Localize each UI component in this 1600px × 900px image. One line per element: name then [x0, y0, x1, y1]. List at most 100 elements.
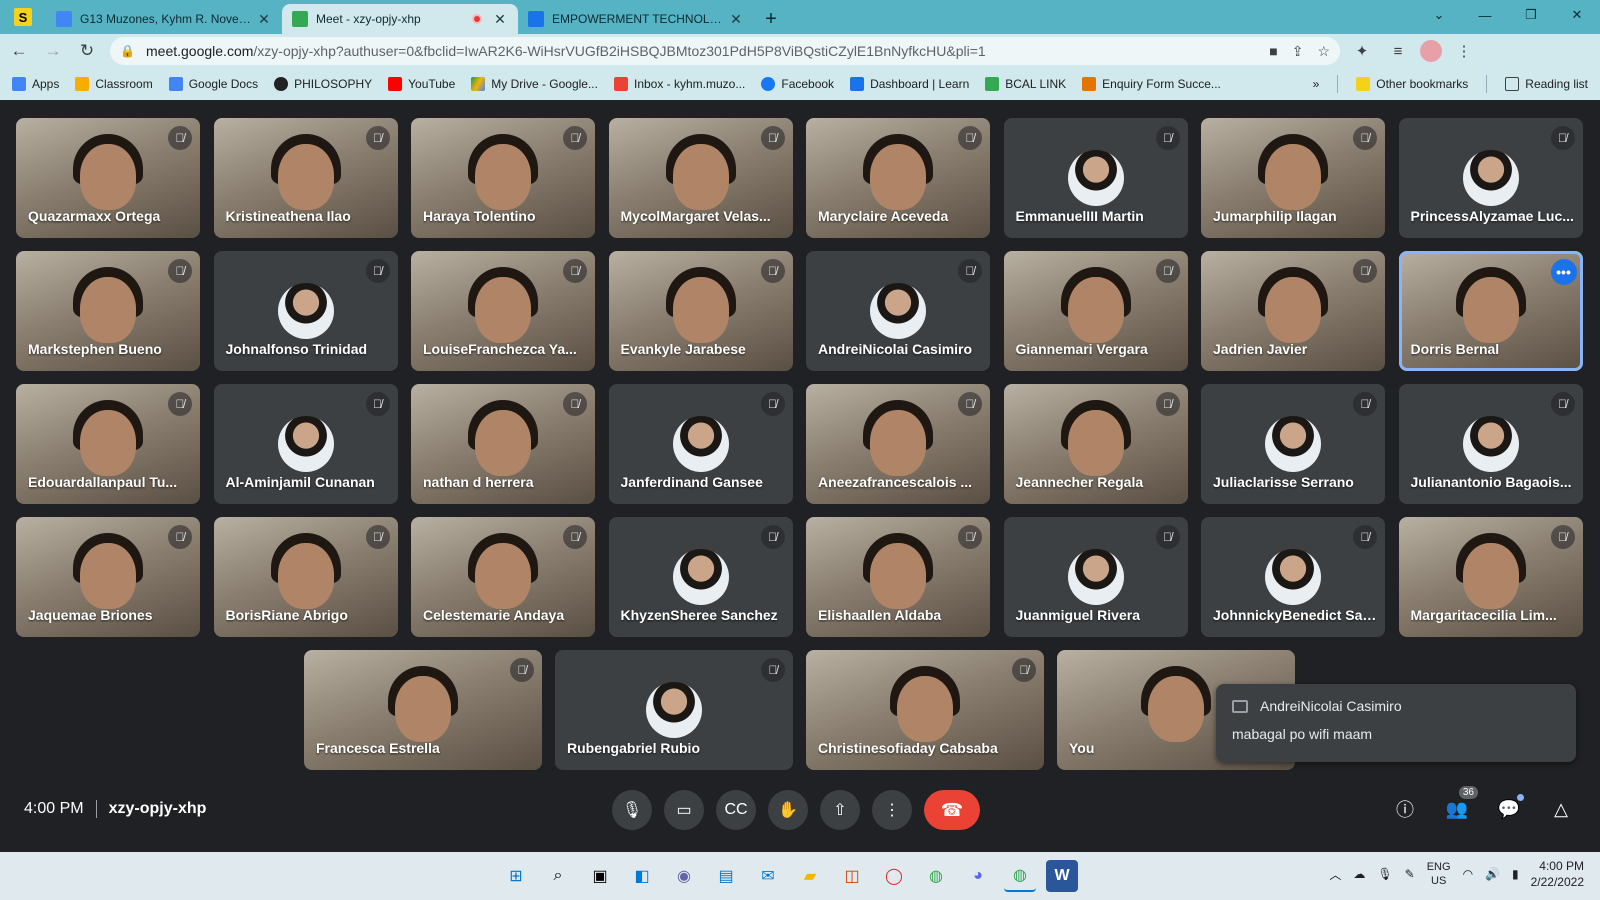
- activities-icon[interactable]: △: [1546, 794, 1576, 824]
- reload-icon[interactable]: ↻: [72, 36, 102, 66]
- teams-chat-icon[interactable]: ◉: [668, 860, 700, 892]
- word-icon[interactable]: W: [1046, 860, 1078, 892]
- microphone-button[interactable]: 🎙: [612, 790, 652, 830]
- participant-tile[interactable]: 🎙̸ Giannemari Vergara: [1003, 251, 1188, 371]
- discord-icon[interactable]: ◕: [962, 860, 994, 892]
- opera-icon[interactable]: ◯: [878, 860, 910, 892]
- bookmark-philosophy[interactable]: PHILOSOPHY: [274, 77, 372, 91]
- clock[interactable]: 4:00 PM 2/22/2022: [1531, 858, 1584, 890]
- participant-tile[interactable]: 🎙̸ Johnalfonso Trinidad: [213, 251, 398, 371]
- participant-tile[interactable]: 🎙̸ Jaquemae Briones: [16, 517, 200, 637]
- participant-tile[interactable]: 🎙̸ JohnnickyBenedict Sal...: [1201, 517, 1385, 637]
- participant-tile[interactable]: 🎙̸ BorisRiane Abrigo: [213, 517, 398, 637]
- widgets-icon[interactable]: ◧: [626, 860, 658, 892]
- tab-classroom[interactable]: EMPOWERMENT TECHNOLOGY ✕: [518, 4, 754, 34]
- restore-icon[interactable]: ❐: [1508, 0, 1554, 30]
- chrome-icon[interactable]: ◍: [920, 860, 952, 892]
- participant-tile[interactable]: 🎙̸ Haraya Tolentino: [411, 118, 595, 238]
- new-tab-button[interactable]: +: [754, 4, 788, 34]
- start-icon[interactable]: ⊞: [500, 860, 532, 892]
- forward-icon[interactable]: →: [38, 36, 68, 66]
- participant-tile[interactable]: 🎙̸ Jadrien Javier: [1201, 251, 1385, 371]
- participant-tile[interactable]: 🎙̸ Juanmiguel Rivera: [1003, 517, 1188, 637]
- profile-avatar[interactable]: [1420, 40, 1442, 62]
- participant-tile[interactable]: 🎙̸ Quazarmaxx Ortega: [16, 118, 200, 238]
- task-view-icon[interactable]: ▣: [584, 860, 616, 892]
- media-icon[interactable]: ≡: [1384, 37, 1412, 65]
- raise-hand-button[interactable]: ✋: [768, 790, 808, 830]
- participant-tile[interactable]: 🎙̸ Maryclaire Aceveda: [806, 118, 990, 238]
- more-options-button[interactable]: ⋮: [872, 790, 912, 830]
- participant-tile[interactable]: 🎙̸ KhyzenSheree Sanchez: [608, 517, 793, 637]
- tray-overflow-icon[interactable]: ︿: [1329, 866, 1341, 883]
- tab-meet[interactable]: Meet - xzy-opjy-xhp ✕: [282, 4, 518, 34]
- participant-tile[interactable]: 🎙̸ Francesca Estrella: [304, 650, 542, 770]
- pen-icon[interactable]: ✎: [1405, 867, 1415, 881]
- mail-icon[interactable]: ✉: [752, 860, 784, 892]
- battery-icon[interactable]: ▮: [1512, 867, 1519, 881]
- tab-docs[interactable]: G13 Muzones, Kyhm R. November ✕: [46, 4, 282, 34]
- participant-tile[interactable]: 🎙̸ MycolMargaret Velas...: [608, 118, 793, 238]
- bookmark-gmail[interactable]: Inbox - kyhm.muzo...: [613, 77, 745, 91]
- bookmark-enquiry[interactable]: Enquiry Form Succe...: [1082, 77, 1221, 91]
- share-icon[interactable]: ⇪: [1292, 43, 1304, 60]
- back-icon[interactable]: ←: [4, 36, 34, 66]
- participant-tile[interactable]: 🎙̸ Edouardallanpaul Tu...: [16, 384, 200, 504]
- participant-tile[interactable]: 🎙̸ Markstephen Bueno: [16, 251, 200, 371]
- bookmark-dashboard[interactable]: Dashboard | Learn: [850, 77, 969, 91]
- participant-tile[interactable]: 🎙̸ Elishaallen Aldaba: [806, 517, 990, 637]
- minimize-icon[interactable]: —: [1462, 0, 1508, 30]
- volume-icon[interactable]: 🔊: [1485, 867, 1500, 881]
- wifi-icon[interactable]: ◠: [1463, 867, 1473, 881]
- tab-search-icon[interactable]: ⌄: [1416, 0, 1462, 30]
- star-icon[interactable]: ☆: [1317, 43, 1330, 60]
- reading-list[interactable]: Reading list: [1505, 77, 1588, 91]
- participant-tile[interactable]: ••• Dorris Bernal: [1398, 251, 1583, 371]
- extensions-icon[interactable]: ✦: [1348, 37, 1376, 65]
- bookmark-docs[interactable]: Google Docs: [168, 77, 258, 91]
- participant-tile[interactable]: 🎙̸ Julianantonio Bagaois...: [1398, 384, 1583, 504]
- bookmark-classroom[interactable]: Classroom: [75, 77, 153, 91]
- participant-tile[interactable]: 🎙̸ Juliaclarisse Serrano: [1201, 384, 1385, 504]
- people-icon[interactable]: 👥 36: [1442, 786, 1478, 824]
- participant-tile[interactable]: 🎙̸ Celestemarie Andaya: [411, 517, 595, 637]
- participant-tile[interactable]: 🎙̸ Al-Aminjamil Cunanan: [213, 384, 398, 504]
- bookmark-bcal[interactable]: BCAL LINK: [985, 77, 1066, 91]
- close-icon[interactable]: ✕: [492, 11, 508, 28]
- search-icon[interactable]: ⌕: [542, 860, 574, 892]
- participant-tile[interactable]: 🎙̸ Jumarphilip Ilagan: [1201, 118, 1385, 238]
- info-icon[interactable]: ⓘ: [1390, 794, 1420, 824]
- mic-tray-icon[interactable]: 🎙: [1377, 867, 1392, 881]
- participant-tile[interactable]: 🎙̸ Janferdinand Gansee: [608, 384, 793, 504]
- chrome-profile-icon[interactable]: ◍: [1004, 860, 1036, 892]
- other-bookmarks[interactable]: Other bookmarks: [1356, 77, 1468, 91]
- close-window-icon[interactable]: ✕: [1554, 0, 1600, 30]
- lock-icon[interactable]: 🔒: [120, 44, 138, 58]
- chat-notification[interactable]: AndreiNicolai Casimiro mabagal po wifi m…: [1216, 684, 1576, 762]
- close-icon[interactable]: ✕: [728, 11, 744, 28]
- participant-tile[interactable]: 🎙̸ Jeannecher Regala: [1003, 384, 1188, 504]
- menu-icon[interactable]: ⋮: [1450, 37, 1478, 65]
- participant-tile[interactable]: 🎙̸ AndreiNicolai Casimiro: [806, 251, 990, 371]
- participant-tile[interactable]: 🎙̸ Christinesofiaday Cabsaba: [806, 650, 1044, 770]
- onedrive-icon[interactable]: ☁: [1353, 867, 1365, 881]
- bookmark-apps[interactable]: Apps: [12, 77, 59, 91]
- close-icon[interactable]: ✕: [256, 11, 272, 28]
- camera-icon[interactable]: ■: [1269, 43, 1277, 60]
- bookmarks-overflow-icon[interactable]: »: [1313, 77, 1320, 91]
- participant-tile[interactable]: 🎙̸ Margaritacecilia Lim...: [1398, 517, 1583, 637]
- address-bar[interactable]: 🔒 meet.google.com/xzy-opjy-xhp?authuser=…: [110, 37, 1340, 65]
- chat-icon[interactable]: 💬: [1494, 794, 1524, 824]
- participant-tile[interactable]: 🎙̸ PrincessAlyzamae Luc...: [1398, 118, 1583, 238]
- participant-tile[interactable]: 🎙̸ Evankyle Jarabese: [608, 251, 793, 371]
- participant-tile[interactable]: 🎙̸ Rubengabriel Rubio: [555, 650, 793, 770]
- captions-button[interactable]: CC: [716, 790, 756, 830]
- file-explorer-icon[interactable]: ▰: [794, 860, 826, 892]
- participant-tile[interactable]: 🎙̸ Aneezafrancescalois ...: [806, 384, 990, 504]
- bookmark-youtube[interactable]: YouTube: [388, 77, 455, 91]
- store-icon[interactable]: ▤: [710, 860, 742, 892]
- language-indicator[interactable]: ENG US: [1427, 860, 1451, 888]
- camera-button[interactable]: ▭: [664, 790, 704, 830]
- leave-call-button[interactable]: ☎: [924, 790, 980, 830]
- more-options-icon[interactable]: •••: [1550, 259, 1577, 285]
